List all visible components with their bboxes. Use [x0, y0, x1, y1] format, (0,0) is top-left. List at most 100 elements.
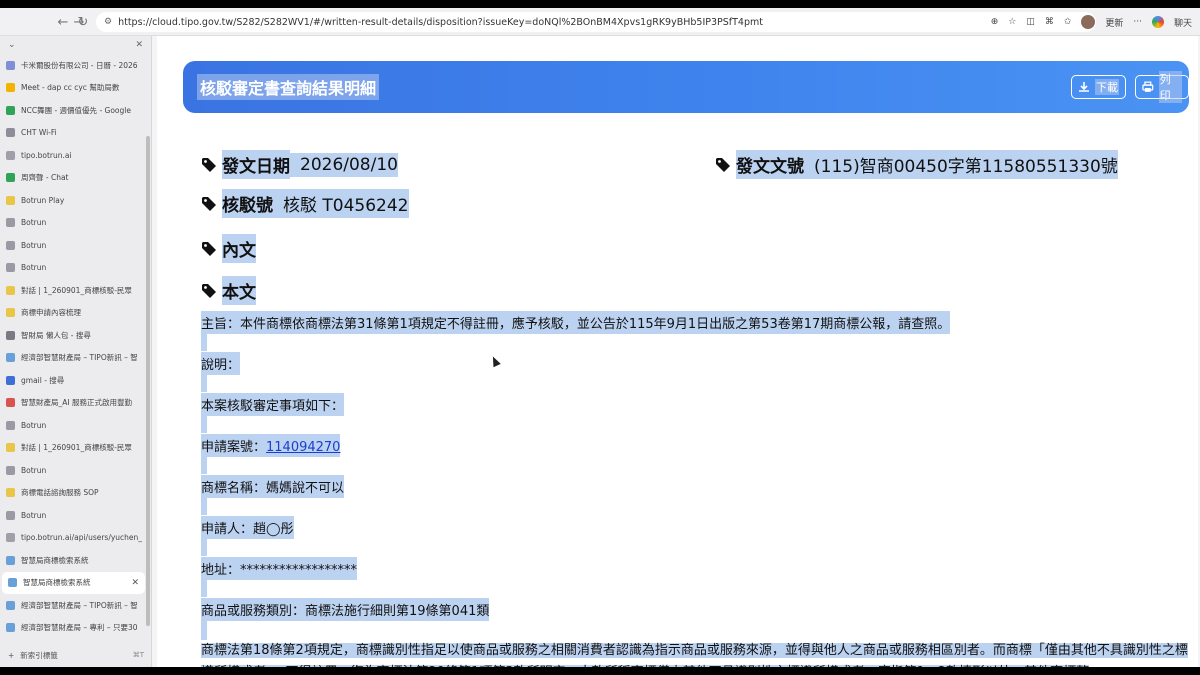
toolbar-right: ⊕ ☆ ◫ ⌘ ✩ 更新 ··· 聊天 [991, 12, 1192, 32]
tab-list: 卡米爾股份有限公司 - 日曆 - 2026 Meet - dap cc cyc 幫… [0, 54, 151, 639]
sidebar-tab[interactable]: 智慧財產局_AI 服務正式啟用豐勤 [0, 392, 151, 415]
application-number-prefix: 申請案號： [201, 440, 267, 455]
sidebar-tab[interactable]: CHT Wi-Fi [0, 122, 151, 145]
favicon-icon [6, 600, 15, 610]
sidebar-tab[interactable]: tipo.botrun.ai [0, 144, 151, 167]
document-number-field: 發文文號 (115)智商00450字第11580551330號 [715, 150, 1118, 179]
favicon-icon [6, 173, 15, 183]
sidebar-tab-label: Botrun [21, 240, 47, 250]
favicon-icon [6, 83, 15, 93]
rejection-number-field: 核駁號 核駁 T0456242 [201, 189, 409, 218]
issue-date-value: 2026/08/10 [290, 152, 398, 177]
sidebar-tab-label: Botrun [21, 510, 47, 520]
selection-gap [201, 495, 207, 515]
sidebar-tab-label: Meet - dap cc cyc 幫助局數 [21, 83, 120, 93]
address-bar[interactable]: ⚙ https://cloud.tipo.gov.tw/S282/S282WV1… [96, 12, 1096, 32]
favicon-icon [6, 533, 15, 543]
favicon-icon [6, 420, 15, 430]
sidebar-tab-label: tipo.botrun.ai/api/users/yuchen_ [21, 533, 143, 543]
split-view-icon[interactable]: ◫ [1026, 17, 1035, 27]
sidebar-tab[interactable]: Botrun Play [0, 189, 151, 212]
sidebar-tab[interactable]: 經濟部智慧財產局 – TIPO新訊 – 智 [0, 594, 151, 617]
profile-avatar[interactable] [1081, 15, 1096, 29]
favicon-icon [6, 218, 15, 228]
favicon-icon [6, 398, 15, 408]
sidebar-tab-label: Botrun [21, 218, 47, 228]
new-tab-label: 新索引標籤 [20, 650, 58, 660]
sidebar-tab[interactable]: NCC舞團 - 週價值優先 - Google [0, 99, 151, 122]
site-info-icon[interactable]: ⚙ [104, 17, 112, 27]
sidebar-tab-label: 智財局 懶人包 - 搜尋 [21, 330, 91, 340]
favicon-icon [6, 488, 15, 498]
browser-window: ← → ↻ ⚙ https://cloud.tipo.gov.tw/S282/S… [0, 8, 1200, 667]
selection-gap [201, 577, 207, 597]
content-label: 內文 [222, 234, 256, 263]
sidebar-tab[interactable]: 商標電話諮詢服務 SOP [0, 482, 151, 505]
purpose-line: 主旨：本件商標依商標法第31條第1項規定不得註冊，應予核駁，並公告於115年9月… [201, 311, 951, 334]
sidebar-tab-label: 周齊聲 - Chat [21, 173, 69, 183]
sidebar-tab[interactable]: 卡米爾股份有限公司 - 日曆 - 2026 [0, 54, 151, 77]
sidebar-tab[interactable]: 商標申請內容梳理 [0, 302, 151, 325]
rejection-number-label: 核駁號 [222, 189, 273, 218]
update-button[interactable]: 更新 [1105, 16, 1123, 29]
print-button[interactable]: 列印 [1135, 71, 1189, 103]
sidebar-tab[interactable]: 經濟部智慧財產局 – 專利 – 只要30 [0, 617, 151, 640]
sidebar-tab[interactable]: Botrun [0, 504, 151, 527]
sidebar-tab[interactable]: Meet - dap cc cyc 幫助局數 [0, 77, 151, 100]
body-label: 本文 [222, 276, 256, 305]
sidebar-tab-label: Botrun [21, 420, 47, 430]
favicon-icon [8, 578, 17, 588]
close-tab-icon[interactable]: ✕ [131, 578, 139, 588]
sidebar-tab[interactable]: gmail - 搜尋 [0, 369, 151, 392]
sidebar-tab[interactable]: 對話 | 1_260901_商標核駁-民眾 [0, 279, 151, 302]
web-page: 核駁審定書查詢結果明細 下載 列印 發文日期 2026/08/10 發文文號 (… [157, 36, 1198, 667]
sidebar-tab-label: 智慧局商標檢索系統 [23, 578, 91, 588]
issue-date-field: 發文日期 2026/08/10 [201, 150, 398, 179]
url-text: https://cloud.tipo.gov.tw/S282/S282WV1/#… [118, 16, 763, 28]
body-section-heading: 本文 [201, 276, 256, 305]
sidebar-tab[interactable]: 對話 | 1_260901_商標核駁-民眾 [0, 437, 151, 460]
sidebar-tab-label: 智慧局商標檢索系統 [21, 555, 89, 565]
reload-icon[interactable]: ↻ [72, 11, 94, 33]
favicon-icon [6, 353, 15, 363]
download-button[interactable]: 下載 [1071, 75, 1126, 99]
sidebar-tab-label: 經濟部智慧財產局 – 專利 – 只要30 [21, 623, 138, 633]
mouse-cursor [489, 354, 501, 368]
sidebar-tab[interactable]: 智財局 懶人包 - 搜尋 [0, 324, 151, 347]
sidebar-tab-label: Botrun [21, 465, 47, 475]
tag-icon [202, 157, 216, 172]
sidebar-scrollbar[interactable] [146, 136, 150, 626]
sidebar-tab[interactable]: Botrun [0, 234, 151, 257]
sidebar-tab-label: tipo.botrun.ai [21, 150, 72, 160]
sidebar-tab[interactable]: Botrun [0, 257, 151, 280]
bookmark-star-icon[interactable]: ☆ [1008, 17, 1016, 27]
pin-sidebar-icon[interactable]: ✕ [135, 40, 143, 50]
browser-toolbar: ← → ↻ ⚙ https://cloud.tipo.gov.tw/S282/S… [0, 8, 1200, 36]
sidebar-tab[interactable]: 周齊聲 - Chat [0, 167, 151, 190]
chat-button[interactable]: 聊天 [1174, 16, 1192, 29]
more-icon[interactable]: ··· [1133, 17, 1142, 27]
sidebar-tab-label: 商標電話諮詢服務 SOP [21, 488, 99, 498]
rejection-number-value: 核駁 T0456242 [273, 189, 409, 218]
copilot-icon[interactable] [1151, 16, 1164, 28]
favicon-icon [6, 285, 15, 295]
sidebar-tab[interactable]: 智慧局商標檢索系統 [0, 549, 151, 572]
sidebar-tab[interactable]: 經濟部智慧財產局 – TIPO新訊 – 智 [0, 347, 151, 370]
translate-icon[interactable]: ⌘ [1045, 17, 1054, 27]
zoom-icon[interactable]: ⊕ [991, 17, 999, 27]
sidebar-tab[interactable]: 智慧局商標檢索系統 ✕ [2, 571, 145, 594]
application-number-line: 申請案號：114094270 [201, 434, 341, 457]
sidebar-tab[interactable]: Botrun [0, 414, 151, 437]
tag-icon [716, 157, 730, 172]
favorites-icon[interactable]: ✩ [1064, 17, 1072, 27]
selection-gap [201, 536, 207, 556]
sidebar-tab[interactable]: Botrun [0, 212, 151, 235]
sidebar-tab-label: Botrun Play [21, 195, 65, 205]
favicon-icon [6, 60, 15, 70]
new-tab-button[interactable]: + 新索引標籤 ⌘T [0, 645, 152, 665]
application-number-link[interactable]: 114094270 [266, 440, 340, 455]
favicon-icon [6, 150, 15, 160]
collapse-icon[interactable]: ⌄ [8, 40, 16, 50]
sidebar-tab[interactable]: tipo.botrun.ai/api/users/yuchen_ [0, 527, 151, 550]
sidebar-tab[interactable]: Botrun [0, 459, 151, 482]
